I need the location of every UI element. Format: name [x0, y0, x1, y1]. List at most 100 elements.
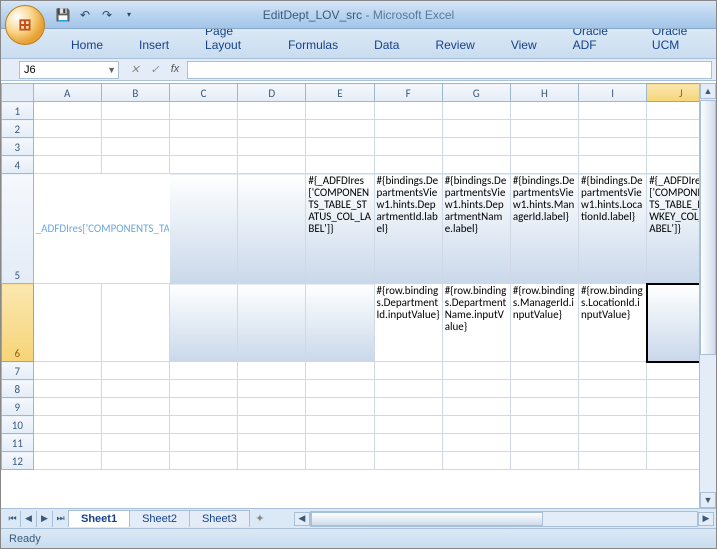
tab-data[interactable]: Data [356, 34, 417, 58]
cell[interactable] [374, 416, 442, 434]
cell[interactable] [238, 434, 306, 452]
cell[interactable] [170, 398, 238, 416]
redo-icon[interactable]: ↷ [99, 7, 115, 23]
next-sheet-icon[interactable]: ▶ [37, 511, 53, 527]
cell[interactable] [442, 434, 510, 452]
col-header[interactable]: G [442, 84, 510, 102]
cell[interactable] [170, 138, 238, 156]
cell[interactable] [306, 398, 374, 416]
cell[interactable] [33, 156, 101, 174]
cell[interactable] [238, 120, 306, 138]
scroll-right-icon[interactable]: ▶ [698, 512, 714, 526]
col-header[interactable]: H [510, 84, 578, 102]
cell[interactable] [238, 102, 306, 120]
cell[interactable] [33, 362, 101, 380]
cell[interactable] [374, 138, 442, 156]
cell[interactable] [510, 102, 578, 120]
name-box[interactable]: J6 ▼ [19, 61, 119, 79]
cell[interactable] [306, 120, 374, 138]
tab-insert[interactable]: Insert [121, 34, 187, 58]
cell[interactable] [170, 380, 238, 398]
cell[interactable] [374, 102, 442, 120]
cell[interactable] [33, 380, 101, 398]
cell[interactable] [170, 434, 238, 452]
cell[interactable] [579, 120, 647, 138]
cell[interactable] [238, 452, 306, 470]
cell[interactable] [170, 416, 238, 434]
cell[interactable] [510, 156, 578, 174]
cell[interactable]: #{row.bindings.DepartmentId.inputValue} [374, 284, 442, 362]
cell[interactable] [510, 416, 578, 434]
cell[interactable] [170, 174, 238, 284]
office-button[interactable]: ⊞ [5, 5, 45, 45]
cell[interactable] [101, 156, 169, 174]
cell[interactable] [238, 174, 306, 284]
last-sheet-icon[interactable]: ⏭ [53, 511, 69, 527]
cell[interactable] [579, 398, 647, 416]
cell[interactable]: #{row.bindings.ManagerId.inputValue} [510, 284, 578, 362]
row-header[interactable]: 4 [2, 156, 34, 174]
sheet-tab[interactable]: Sheet2 [129, 510, 190, 527]
cell[interactable] [170, 362, 238, 380]
cell[interactable] [33, 284, 101, 362]
prev-sheet-icon[interactable]: ◀ [21, 511, 37, 527]
cell[interactable]: #{row.bindings.LocationId.inputValue} [579, 284, 647, 362]
cell[interactable] [238, 362, 306, 380]
cell[interactable] [442, 398, 510, 416]
cell[interactable] [579, 156, 647, 174]
cell[interactable] [510, 120, 578, 138]
cell[interactable] [101, 102, 169, 120]
cell[interactable] [306, 362, 374, 380]
cell[interactable] [374, 120, 442, 138]
cell[interactable] [101, 284, 169, 362]
cell[interactable] [170, 452, 238, 470]
tab-formulas[interactable]: Formulas [270, 34, 356, 58]
row-header[interactable]: 3 [2, 138, 34, 156]
qat-dropdown-icon[interactable]: ▾ [121, 7, 137, 23]
cell[interactable] [33, 416, 101, 434]
cell[interactable] [306, 284, 374, 362]
scroll-down-icon[interactable]: ▼ [700, 492, 716, 508]
cell[interactable] [374, 452, 442, 470]
cell[interactable] [101, 380, 169, 398]
cell[interactable] [510, 398, 578, 416]
col-header[interactable]: E [306, 84, 374, 102]
cell[interactable] [306, 434, 374, 452]
cell[interactable] [101, 416, 169, 434]
cell[interactable] [579, 102, 647, 120]
col-header[interactable]: I [579, 84, 647, 102]
cell[interactable] [306, 380, 374, 398]
cell[interactable] [170, 156, 238, 174]
scroll-up-icon[interactable]: ▲ [700, 83, 716, 99]
cell[interactable] [306, 102, 374, 120]
cell[interactable]: #{bindings.DepartmentsView1.hints.Depart… [442, 174, 510, 284]
cell[interactable] [306, 138, 374, 156]
formula-input[interactable] [187, 61, 712, 79]
cell[interactable] [33, 138, 101, 156]
select-all-corner[interactable] [2, 84, 34, 102]
cell[interactable] [579, 452, 647, 470]
cell[interactable]: #{bindings.DepartmentsView1.hints.Depart… [374, 174, 442, 284]
cell[interactable]: _ADFDIres['COMPONENTS_TABLENTS_TABLE [33, 174, 169, 284]
fx-icon[interactable]: fx [165, 63, 185, 76]
row-header[interactable]: 12 [2, 452, 34, 470]
cell[interactable]: #{_ADFDIres['COMPONENTS_TABLE_STATUS_COL… [306, 174, 374, 284]
scroll-left-icon[interactable]: ◀ [294, 512, 310, 526]
cell[interactable] [238, 398, 306, 416]
cell[interactable] [170, 102, 238, 120]
cell[interactable]: #{bindings.DepartmentsView1.hints.Manage… [510, 174, 578, 284]
col-header[interactable]: C [170, 84, 238, 102]
new-sheet-icon[interactable]: ✦ [250, 512, 270, 525]
cell[interactable] [442, 380, 510, 398]
scroll-thumb[interactable] [700, 100, 716, 355]
vertical-scrollbar[interactable]: ▲ ▼ [699, 83, 716, 508]
cell[interactable] [238, 416, 306, 434]
cell[interactable] [442, 452, 510, 470]
horizontal-scrollbar[interactable]: ◀ ▶ [310, 511, 698, 527]
cell[interactable] [33, 102, 101, 120]
cell[interactable] [442, 362, 510, 380]
cell[interactable] [579, 362, 647, 380]
first-sheet-icon[interactable]: ⏮ [5, 511, 21, 527]
cell[interactable] [33, 398, 101, 416]
row-header[interactable]: 10 [2, 416, 34, 434]
